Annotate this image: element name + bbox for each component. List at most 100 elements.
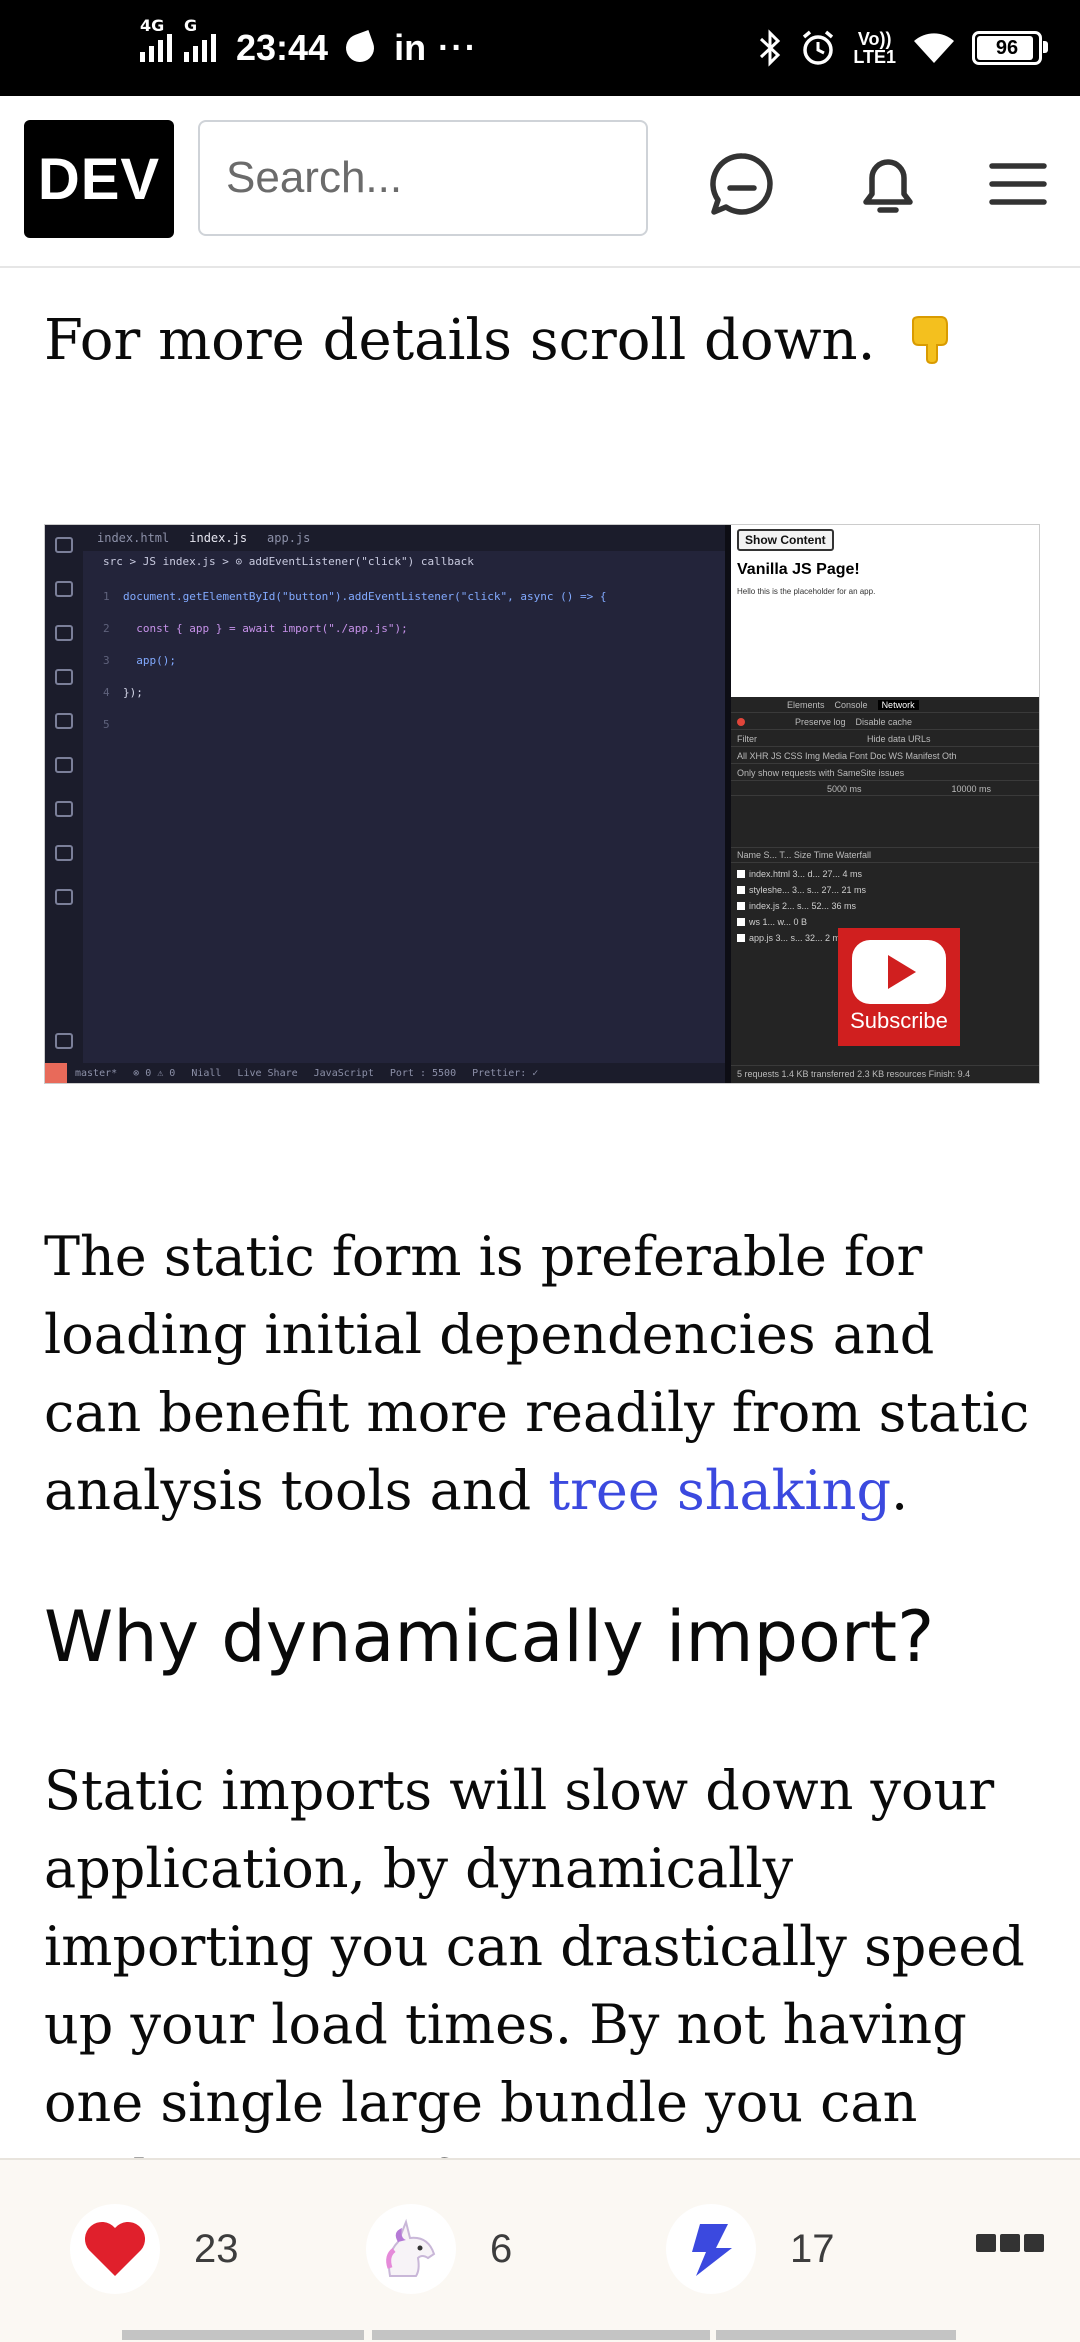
unicorn-icon (386, 2218, 436, 2277)
code-editor-panel: index.html index.js app.js src > JS inde… (45, 525, 725, 1083)
nav-hint-segment (716, 2330, 956, 2340)
notification-bell-icon[interactable] (852, 148, 924, 220)
browser-page-title: Vanilla JS Page! (737, 561, 860, 578)
nav-hint-segment (372, 2330, 710, 2340)
app-header: DEV (0, 96, 1080, 268)
request-row: index.js 2... s... 52... 36 ms (737, 901, 856, 911)
wifi-icon (914, 33, 954, 63)
timeline-tick: 5000 ms (827, 783, 862, 794)
like-reaction[interactable]: 23 (70, 2204, 239, 2294)
editor-tab-active: index.js (189, 531, 248, 545)
tree-shaking-link[interactable]: tree shaking (548, 1459, 891, 1522)
bookmark-icon (692, 2224, 732, 2276)
paragraph-dynamic-import: Static imports will slow down your appli… (44, 1759, 1025, 2212)
code-line: app(); (123, 654, 176, 667)
editor-tab: app.js (267, 531, 311, 545)
editor-activity-bar (45, 525, 83, 1083)
bookmark-button[interactable] (666, 2204, 756, 2294)
status-item: ⊗ 0 ⚠ 0 (133, 1067, 176, 1079)
code-block: 1 document.getElementById("button").addEv… (103, 590, 607, 731)
status-item: Live Share (237, 1067, 298, 1079)
request-row: app.js 3... s... 32... 2 ms (737, 933, 845, 943)
devtools-filter-input: Filter (737, 733, 757, 744)
reaction-bar: 23 6 17 (0, 2158, 1080, 2342)
youtube-subscribe-badge: Subscribe (838, 928, 960, 1046)
devtools-tab: Elements (787, 699, 825, 710)
code-line: document.getElementById("button").addEve… (123, 590, 607, 603)
status-item: Port : 5500 (389, 1067, 457, 1079)
devtools-types: All XHR JS CSS Img Media Font Doc WS Man… (731, 748, 1039, 764)
search-input[interactable] (198, 120, 648, 236)
heart-icon (84, 2221, 146, 2276)
bookmark-reaction[interactable]: 17 (666, 2204, 835, 2294)
section-heading: Why dynamically import? (44, 1596, 935, 1678)
clock: 23:44 (236, 27, 329, 68)
devtools-toolbar: Preserve log Disable cache (731, 714, 1039, 730)
record-icon (737, 717, 745, 726)
bluetooth-icon (760, 29, 781, 67)
intro-paragraph: For more details scroll down. (44, 308, 953, 373)
status-item: Niall (191, 1067, 222, 1079)
unicorn-reaction[interactable]: 6 (366, 2204, 512, 2294)
volte-top: Vo)) (857, 29, 892, 49)
request-row: styleshe... 3... s... 27... 21 ms (737, 885, 866, 895)
volte-bottom: LTE1 (853, 47, 896, 67)
git-indicator (45, 1063, 67, 1083)
heart-button[interactable] (70, 2204, 160, 2294)
pointing-down-icon (912, 316, 949, 365)
devtools-tab-active: Network (877, 699, 919, 710)
linkedin-icon: in (394, 27, 427, 68)
timeline-tick: 10000 ms (951, 783, 992, 794)
dev-logo[interactable]: DEV (24, 120, 174, 238)
paragraph-text: . (891, 1459, 909, 1522)
battery-icon: 96 (972, 31, 1048, 65)
status-item: JavaScript (313, 1067, 374, 1079)
devtools-filter: Preserve log (795, 716, 846, 727)
network-2-label: G (184, 15, 198, 35)
signal-2-icon: G (184, 16, 216, 65)
devtools-summary: 5 requests 1.4 KB transferred 2.3 KB res… (731, 1065, 1039, 1081)
show-content-button: Show Content (737, 529, 834, 551)
devtools-filter: Disable cache (855, 716, 913, 727)
editor-tabs: index.html index.js app.js (83, 525, 725, 551)
devtools-tab: Console (834, 699, 868, 710)
hamburger-menu-icon[interactable] (982, 148, 1054, 220)
devtools-tabs: Elements Console Network (731, 697, 1039, 713)
editor-status-bar: master* ⊗ 0 ⚠ 0 Niall Live Share JavaScr… (45, 1063, 725, 1083)
volte-indicator: Vo)) LTE1 (853, 30, 896, 66)
devtools-timeline: 5000 ms 10000 ms (731, 782, 1039, 796)
request-row: ws 1... w... 0 B (737, 917, 807, 927)
subscribe-label: Subscribe (850, 1008, 948, 1033)
chat-icon[interactable] (706, 148, 778, 220)
battery-level: 96 (995, 36, 1019, 59)
status-item: master* (75, 1067, 118, 1079)
status-item: Prettier: ✓ (472, 1067, 539, 1079)
leaf-icon (342, 30, 379, 66)
alarm-icon (803, 30, 834, 65)
browser-page-text: Hello this is the placeholder for an app… (737, 587, 876, 596)
paragraph-static-form: The static form is preferable for loadin… (44, 1218, 1034, 1530)
more-notifications-icon: ··· (438, 28, 479, 67)
unicorn-button[interactable] (366, 2204, 456, 2294)
editor-breadcrumb: src > JS index.js > ⊙ addEventListener("… (103, 555, 474, 568)
unicorn-count: 6 (490, 2226, 513, 2271)
editor-tab: index.html (97, 531, 170, 545)
request-row: index.html 3... d... 27... 4 ms (737, 869, 862, 879)
devtools-hide: Hide data URLs (867, 733, 931, 744)
bookmark-count: 17 (790, 2226, 835, 2271)
code-line: }); (123, 686, 143, 699)
network-1-label: 4G (140, 15, 165, 35)
like-count: 23 (194, 2226, 239, 2271)
signal-1-icon: 4G (140, 16, 172, 65)
status-left: 4G G 23:44 in ··· (140, 16, 479, 70)
devtools-samesite: Only show requests with SameSite issues (731, 765, 1039, 781)
nav-hint-segment (122, 2330, 364, 2340)
youtube-icon (852, 940, 946, 1004)
code-line: const { app } = await import("./app.js")… (123, 622, 408, 635)
status-bar: 4G G 23:44 in ··· Vo)) LTE1 96 (0, 0, 1080, 96)
devtools-columns: Name S... T... Size Time Waterfall (731, 847, 1039, 863)
intro-text: For more details scroll down. (44, 308, 876, 373)
devtools-filter-row: Filter Hide data URLs (731, 731, 1039, 747)
more-icon[interactable] (976, 2234, 1044, 2252)
status-right: Vo)) LTE1 96 (757, 24, 1048, 72)
